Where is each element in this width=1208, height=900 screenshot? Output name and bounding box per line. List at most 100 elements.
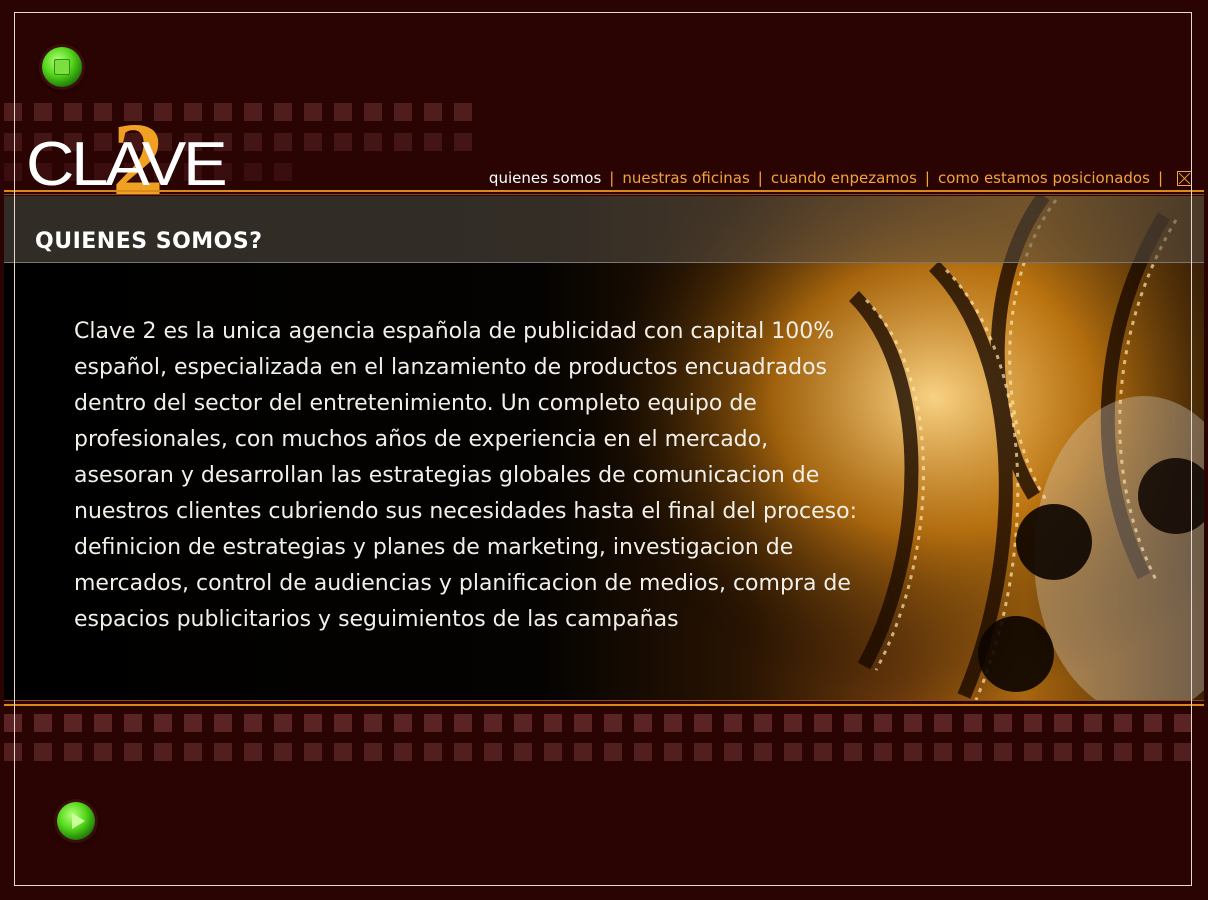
decorative-square — [634, 714, 652, 732]
stop-icon — [54, 59, 70, 75]
decorative-square — [394, 714, 412, 732]
decorative-square — [214, 714, 232, 732]
section-body-text: Clave 2 es la unica agencia española de … — [74, 319, 857, 632]
decorative-square — [784, 714, 802, 732]
decorative-square — [934, 743, 952, 761]
decorative-square — [244, 743, 262, 761]
nav-item-como-estamos-posicionados[interactable]: como estamos posicionados — [938, 169, 1150, 187]
decorative-square — [754, 714, 772, 732]
play-icon — [71, 813, 85, 829]
decorative-square — [994, 714, 1012, 732]
section-title-bar: QUIENES SOMOS? — [4, 196, 1204, 263]
decorative-square — [1024, 714, 1042, 732]
decorative-square — [334, 743, 352, 761]
decorative-square — [124, 743, 142, 761]
decorative-square — [424, 133, 442, 151]
decorative-square — [64, 714, 82, 732]
nav-item-quienes-somos[interactable]: quienes somos — [489, 169, 601, 187]
decorative-square — [664, 714, 682, 732]
decorative-square — [1024, 743, 1042, 761]
close-box-icon[interactable] — [1177, 170, 1192, 186]
header-rule-thin — [4, 194, 1204, 195]
footer-rule — [4, 704, 1204, 706]
decorative-square — [874, 743, 892, 761]
decorative-square — [994, 743, 1012, 761]
decorative-square — [1174, 714, 1192, 732]
section-title: QUIENES SOMOS? — [35, 229, 263, 254]
decorative-square — [454, 714, 472, 732]
decorative-square — [754, 743, 772, 761]
decorative-square — [304, 133, 322, 151]
decorative-square — [334, 103, 352, 121]
decorative-square — [334, 714, 352, 732]
decorative-square — [94, 743, 112, 761]
decorative-square — [1144, 743, 1162, 761]
decorative-square — [154, 714, 172, 732]
decorative-square — [604, 743, 622, 761]
decorative-square — [274, 714, 292, 732]
decorative-square — [454, 103, 472, 121]
decorative-square — [814, 714, 832, 732]
decorative-square — [364, 743, 382, 761]
decorative-square — [514, 714, 532, 732]
decorative-square — [244, 714, 262, 732]
decorative-square — [424, 714, 442, 732]
decorative-square — [724, 714, 742, 732]
decorative-square — [334, 133, 352, 151]
decorative-square — [874, 714, 892, 732]
decorative-square — [64, 743, 82, 761]
decorative-square — [1144, 714, 1162, 732]
decorative-square — [214, 743, 232, 761]
decorative-square — [904, 714, 922, 732]
header-rule — [4, 190, 1204, 192]
footer-rule-thin — [4, 700, 1204, 701]
nav-item-cuando-enpezamos[interactable]: cuando enpezamos — [771, 169, 917, 187]
decorative-square — [124, 714, 142, 732]
decorative-square — [154, 743, 172, 761]
decorative-square — [1084, 714, 1102, 732]
decorative-square — [274, 743, 292, 761]
decorative-square — [514, 743, 532, 761]
decorative-square — [544, 714, 562, 732]
decorative-square — [544, 743, 562, 761]
nav-separator: | — [924, 169, 930, 187]
decorative-square — [604, 714, 622, 732]
stop-button[interactable] — [42, 47, 82, 87]
decorative-square — [844, 743, 862, 761]
decorative-square — [34, 743, 52, 761]
decorative-square — [4, 103, 22, 121]
decorative-square — [34, 714, 52, 732]
decorative-square — [1054, 743, 1072, 761]
decorative-square — [574, 714, 592, 732]
logo-word: CLAVE — [26, 130, 228, 199]
decorative-square — [364, 714, 382, 732]
decorative-square — [304, 103, 322, 121]
decorative-square — [664, 743, 682, 761]
nav-item-nuestras-oficinas[interactable]: nuestras oficinas — [622, 169, 749, 187]
nav-separator: | — [757, 169, 763, 187]
decorative-square — [364, 103, 382, 121]
decorative-square — [1054, 714, 1072, 732]
decorative-square — [814, 743, 832, 761]
decorative-square — [724, 743, 742, 761]
decorative-square — [394, 743, 412, 761]
content-panel: QUIENES SOMOS? Clave 2 es la unica agenc… — [4, 196, 1204, 700]
decorative-square — [4, 714, 22, 732]
decorative-square — [844, 714, 862, 732]
decorative-square — [4, 133, 22, 151]
decorative-square — [454, 133, 472, 151]
nav-separator: | — [1157, 169, 1163, 187]
decorative-square — [634, 743, 652, 761]
decorative-square — [364, 133, 382, 151]
nav-separator: | — [609, 169, 615, 187]
play-button[interactable] — [57, 802, 95, 840]
decorative-square — [694, 714, 712, 732]
decorative-square — [94, 714, 112, 732]
decorative-square — [4, 163, 22, 181]
decorative-square — [784, 743, 802, 761]
decorative-squares-bottom-2 — [4, 743, 1208, 761]
decorative-square — [904, 743, 922, 761]
decorative-square — [484, 714, 502, 732]
decorative-square — [694, 743, 712, 761]
decorative-square — [484, 743, 502, 761]
